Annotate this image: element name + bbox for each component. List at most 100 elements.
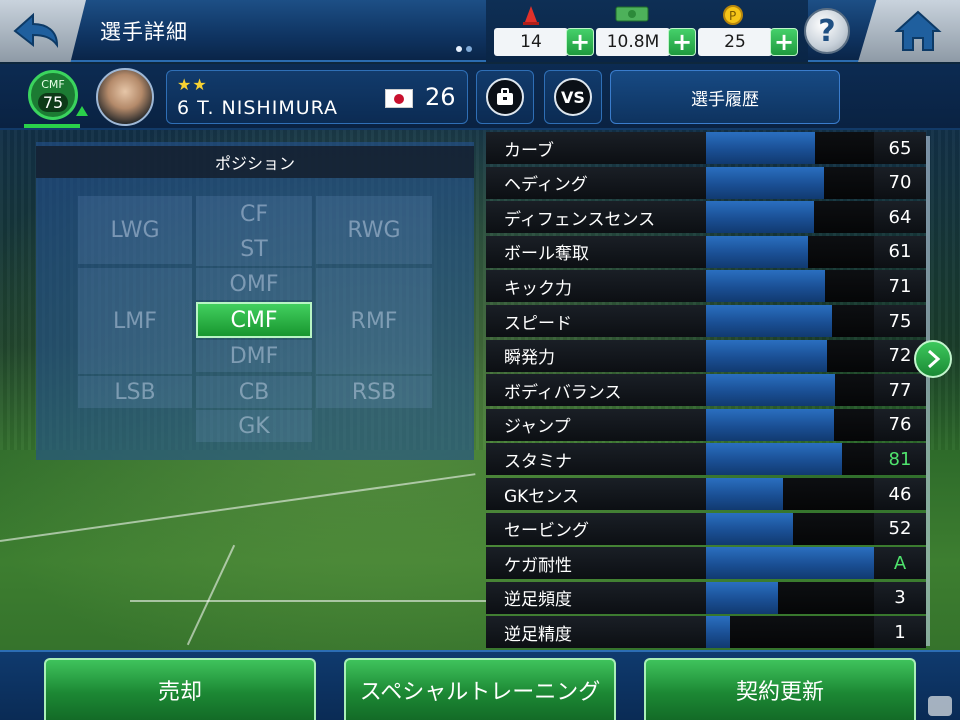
stat-value: 77	[874, 374, 926, 407]
stat-bar-fill	[706, 305, 832, 337]
player-rating: 75	[37, 93, 69, 112]
stat-bar-fill	[706, 132, 815, 164]
position-panel-title: ポジション	[36, 146, 474, 178]
stat-bar-fill	[706, 581, 778, 614]
vs-label: VS	[554, 78, 592, 116]
stat-value: 64	[874, 201, 926, 234]
form-up-icon	[76, 106, 88, 116]
stat-bar-fill	[706, 443, 842, 476]
stat-value: 52	[874, 512, 926, 545]
form-bar	[24, 124, 80, 128]
svg-text:P: P	[729, 9, 736, 23]
stat-row: ジャンプ 76	[486, 408, 926, 441]
pos-cell-cmf[interactable]: CMF	[196, 302, 312, 338]
stat-value: 46	[874, 478, 926, 510]
stat-value: 70	[874, 166, 926, 199]
renew-contract-button[interactable]: 契約更新	[644, 658, 916, 720]
position-panel: ポジション LWG CF ST RWG OMF LMF CMF RMF DMF …	[36, 142, 474, 460]
pos-cell-cf[interactable]: CF	[196, 196, 312, 232]
watermark-logo	[928, 696, 952, 716]
stat-row: 瞬発力 72	[486, 339, 926, 372]
pos-cell-cb[interactable]: CB	[196, 376, 312, 408]
star-rating: ★★	[177, 75, 208, 94]
page-title: 選手詳細	[100, 20, 188, 44]
player-position: CMF	[41, 78, 65, 91]
pos-cell-rmf[interactable]: RMF	[316, 268, 432, 374]
stat-row: カーブ 65	[486, 132, 926, 164]
stat-bar-fill	[706, 270, 825, 303]
pos-cell-dmf[interactable]: DMF	[196, 340, 312, 372]
top-bar: 選手詳細 14 + 10.8M + P 25 + ?	[0, 0, 960, 62]
stat-label: キック力	[486, 270, 706, 303]
sell-button[interactable]: 売却	[44, 658, 316, 720]
add-coins-button[interactable]: +	[770, 28, 798, 56]
position-rating-badge: CMF 75	[28, 70, 78, 120]
stat-label: ボディバランス	[486, 374, 706, 407]
stat-value: 76	[874, 408, 926, 441]
stat-label: スタミナ	[486, 443, 706, 476]
stat-label: GKセンス	[486, 478, 706, 510]
stat-row: GKセンス 46	[486, 478, 926, 510]
vs-button[interactable]: VS	[544, 70, 602, 124]
special-training-button[interactable]: スペシャルトレーニング	[344, 658, 616, 720]
stat-row: キック力 71	[486, 270, 926, 303]
bag-icon	[486, 78, 524, 116]
pos-cell-rsb[interactable]: RSB	[316, 376, 432, 408]
stat-value: 81	[874, 443, 926, 476]
stat-bar-track: 1	[706, 616, 926, 649]
stat-bar-track: A	[706, 547, 926, 580]
stat-label: ボール奪取	[486, 235, 706, 268]
stat-row: 逆足頻度 3	[486, 581, 926, 614]
home-button[interactable]	[858, 0, 960, 62]
next-page-button[interactable]	[914, 340, 952, 378]
stat-row: ボール奪取 61	[486, 235, 926, 268]
stat-bar-fill	[706, 547, 874, 580]
money-icon	[615, 6, 649, 22]
stat-bar-fill	[706, 201, 814, 234]
stat-bar-track: 70	[706, 166, 926, 199]
stat-bar-fill	[706, 374, 835, 407]
home-icon	[894, 10, 942, 51]
stat-label: スピード	[486, 305, 706, 337]
stat-label: ヘディング	[486, 166, 706, 199]
stat-label: 逆足精度	[486, 616, 706, 649]
stat-bar-fill	[706, 235, 808, 268]
stat-label: カーブ	[486, 132, 706, 164]
pos-cell-gk[interactable]: GK	[196, 410, 312, 442]
player-history-button[interactable]: 選手履歴	[610, 70, 840, 124]
coin-icon: P	[723, 5, 743, 25]
page-indicator	[456, 46, 472, 52]
stat-value: A	[874, 547, 926, 580]
back-button[interactable]	[0, 0, 86, 62]
add-cones-button[interactable]: +	[566, 28, 594, 56]
stat-row: ボディバランス 77	[486, 374, 926, 407]
scrollbar[interactable]	[926, 136, 930, 646]
stat-row: スタミナ 81	[486, 443, 926, 476]
stat-bar-fill	[706, 408, 834, 441]
stat-bar-track: 65	[706, 132, 926, 164]
stat-bar-track: 76	[706, 408, 926, 441]
help-button[interactable]: ?	[804, 8, 850, 54]
pitch-line	[130, 600, 490, 602]
stat-bar-track: 52	[706, 512, 926, 545]
pos-cell-st[interactable]: ST	[196, 232, 312, 266]
stat-bar-track: 81	[706, 443, 926, 476]
stat-value: 71	[874, 270, 926, 303]
bag-button[interactable]	[476, 70, 534, 124]
stat-row: セービング 52	[486, 512, 926, 545]
money-count: 10.8M	[596, 28, 670, 56]
pos-cell-rwg[interactable]: RWG	[316, 196, 432, 264]
currency-panel: 14 + 10.8M + P 25 +	[486, 0, 808, 62]
pos-cell-lsb[interactable]: LSB	[78, 376, 192, 408]
stat-label: ディフェンスセンス	[486, 201, 706, 234]
add-money-button[interactable]: +	[668, 28, 696, 56]
stat-value: 61	[874, 235, 926, 268]
stat-bar-track: 72	[706, 339, 926, 372]
stat-value: 1	[874, 616, 926, 649]
pos-cell-omf[interactable]: OMF	[196, 268, 312, 300]
pos-cell-lwg[interactable]: LWG	[78, 196, 192, 264]
player-name: 6 T. NISHIMURA	[177, 97, 339, 119]
pos-cell-lmf[interactable]: LMF	[78, 268, 192, 374]
page-dot	[456, 46, 462, 52]
cones-count: 14	[494, 28, 568, 56]
